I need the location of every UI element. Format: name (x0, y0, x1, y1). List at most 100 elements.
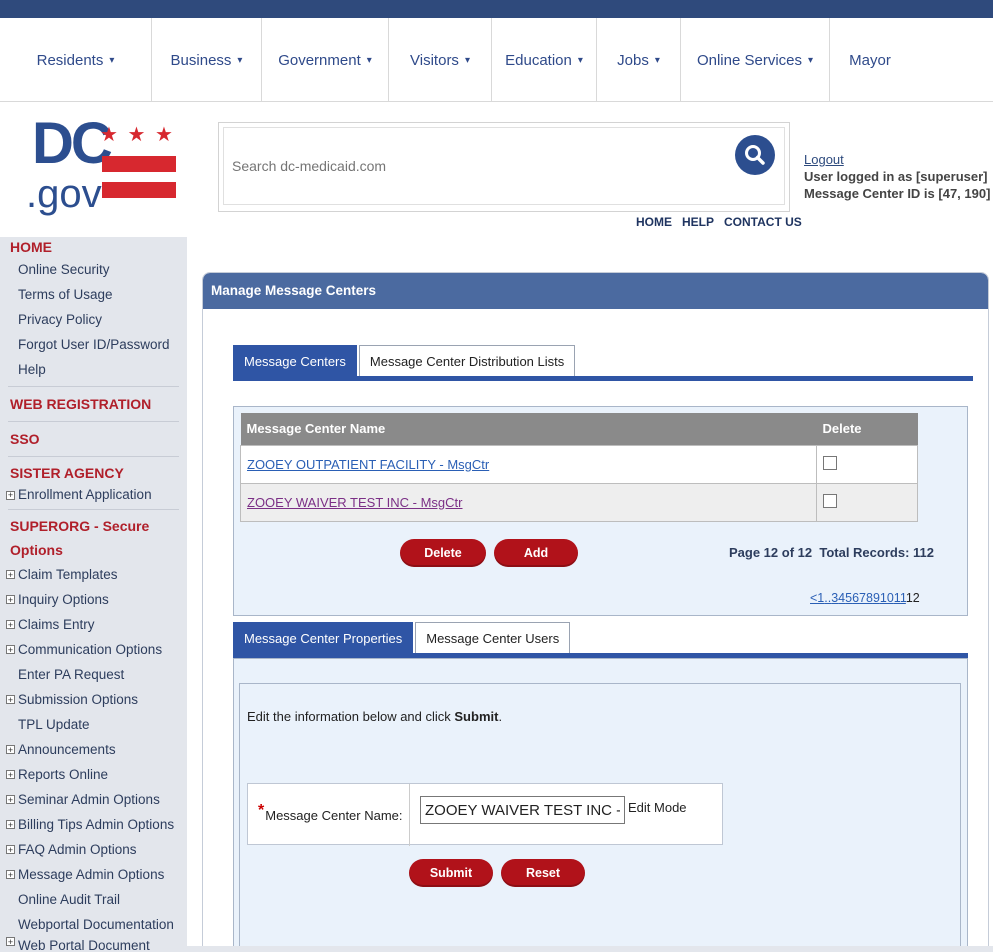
plus-icon: + (6, 936, 15, 947)
sidebar-item-terms-of-usage[interactable]: Terms of Usage (0, 282, 187, 307)
search-input[interactable] (223, 127, 785, 205)
reset-button[interactable]: Reset (501, 859, 585, 887)
nav-business[interactable]: Business ▾ (152, 18, 262, 102)
page-link[interactable]: <1 (810, 591, 824, 605)
tab-message-center-properties[interactable]: Message Center Properties (233, 622, 414, 653)
instructions-text: Edit the information below and click Sub… (247, 709, 503, 724)
tabs-top: Message Centers Message Center Distribut… (233, 345, 577, 376)
tab-distribution-lists[interactable]: Message Center Distribution Lists (358, 345, 576, 376)
message-center-name-label: * Message Center Name: (248, 784, 410, 846)
delete-checkbox[interactable] (823, 493, 837, 508)
horizontal-scrollbar[interactable] (187, 946, 993, 952)
sidebar-divider (8, 386, 179, 387)
column-header-name: Message Center Name (240, 413, 817, 445)
message-center-table: Message Center Name Delete ZOOEY OUTPATI… (240, 413, 918, 522)
tab-message-centers[interactable]: Message Centers (233, 345, 357, 376)
sidebar-item-reports-online[interactable]: + Reports Online (0, 762, 187, 787)
sidebar-item-enrollment-application[interactable]: + Enrollment Application (0, 485, 187, 505)
page-link[interactable]: 10 (880, 591, 894, 605)
dc-gov-logo[interactable]: DC ★ ★ ★ .gov (26, 114, 178, 232)
nav-mayor[interactable]: Mayor (830, 18, 910, 102)
message-center-link[interactable]: ZOOEY WAIVER TEST INC - MsgCtr (247, 495, 463, 510)
caret-down-icon: ▾ (808, 54, 814, 66)
sidebar-sister-agency[interactable]: SISTER AGENCY (0, 461, 187, 485)
table-header-row: Message Center Name Delete (240, 413, 918, 445)
plus-icon: + (6, 490, 15, 500)
sidebar-item-seminar-admin-options[interactable]: + Seminar Admin Options (0, 787, 187, 812)
table-row: ZOOEY WAIVER TEST INC - MsgCtr (240, 482, 918, 522)
sidebar-home[interactable]: HOME (0, 237, 187, 257)
page-link[interactable]: 6 (852, 591, 859, 605)
sidebar-item-inquiry-options[interactable]: + Inquiry Options (0, 587, 187, 612)
sidebar-item-claim-templates[interactable]: + Claim Templates (0, 562, 187, 587)
caret-down-icon: ▾ (577, 54, 583, 66)
sidebar-item-online-audit-trail[interactable]: Online Audit Trail (0, 887, 187, 912)
logo-bar-bottom (102, 182, 176, 198)
sidebar-divider (8, 456, 179, 457)
sidebar-item-web-portal-document-admin-options[interactable]: +Web Portal Document Admin Options (0, 937, 187, 952)
sidebar-item-privacy-policy[interactable]: Privacy Policy (0, 307, 187, 332)
plus-icon: + (6, 569, 15, 580)
total-records-text: Total Records: 112 (819, 545, 934, 560)
sidebar-item-tpl-update[interactable]: TPL Update (0, 712, 187, 737)
plus-icon: + (6, 844, 15, 855)
delete-checkbox[interactable] (823, 455, 837, 470)
caret-down-icon: ▾ (109, 54, 115, 66)
sidebar-item-billing-tips-admin-options[interactable]: + Billing Tips Admin Options (0, 812, 187, 837)
page-link[interactable]: 8 (866, 591, 873, 605)
current-page: 12 (905, 591, 920, 605)
page-link[interactable]: 11 (894, 591, 906, 605)
panel-title: Manage Message Centers (203, 273, 988, 309)
page-link[interactable]: 7 (859, 591, 866, 605)
message-center-link[interactable]: ZOOEY OUTPATIENT FACILITY - MsgCtr (247, 457, 489, 472)
caret-down-icon: ▾ (654, 54, 660, 66)
message-center-name-input[interactable] (420, 796, 625, 824)
sidebar-item-help[interactable]: Help (0, 357, 187, 382)
sidebar-sso[interactable]: SSO (0, 426, 187, 452)
sidebar-item-announcements[interactable]: + Announcements (0, 737, 187, 762)
nav-education[interactable]: Education ▾ (492, 18, 597, 102)
plus-icon: + (6, 694, 15, 705)
search-icon (745, 145, 765, 165)
superorg-list: + Claim Templates + Inquiry Options + Claims … (0, 562, 187, 952)
plus-icon: + (6, 819, 15, 830)
logo-gov-text: .gov (26, 172, 102, 216)
nav-government[interactable]: Government ▾ (262, 18, 389, 102)
sidebar-item-faq-admin-options[interactable]: + FAQ Admin Options (0, 837, 187, 862)
nav-online-services[interactable]: Online Services ▾ (681, 18, 830, 102)
tab-message-center-users[interactable]: Message Center Users (415, 622, 571, 653)
add-button[interactable]: Add (494, 539, 578, 567)
message-center-form: *Message Center Name: Edit Mode (247, 783, 723, 846)
table-row: ZOOEY OUTPATIENT FACILITY - MsgCtr (240, 444, 918, 484)
sidebar-item-message-admin-options[interactable]: + Message Admin Options (0, 862, 187, 887)
sidebar-item-webportal-documentation[interactable]: Webportal Documentation (0, 912, 187, 937)
sidebar-item-communication-options[interactable]: + Communication Options (0, 637, 187, 662)
search-button[interactable] (735, 135, 775, 175)
sidebar-superorg[interactable]: SUPERORG - Secure Options (0, 514, 187, 562)
plus-icon: + (6, 744, 15, 755)
sidebar-item-submission-options[interactable]: + Submission Options (0, 687, 187, 712)
sidebar-item-forgot-user-id[interactable]: Forgot User ID/Password (0, 332, 187, 357)
nav-jobs[interactable]: Jobs ▾ (597, 18, 681, 102)
home-link[interactable]: HOME (636, 215, 672, 229)
logo-bar-top (102, 156, 176, 172)
logged-in-text: User logged in as [superuser] (804, 169, 988, 184)
top-bar (0, 0, 993, 18)
submit-button[interactable]: Submit (409, 859, 493, 887)
user-info: Logout User logged in as [superuser] Mes… (804, 151, 990, 202)
sidebar-item-online-security[interactable]: Online Security (0, 257, 187, 282)
delete-button[interactable]: Delete (400, 539, 486, 567)
plus-icon: + (6, 869, 15, 880)
nav-visitors[interactable]: Visitors ▾ (389, 18, 492, 102)
sidebar-web-registration[interactable]: WEB REGISTRATION (0, 391, 187, 417)
sidebar-item-claims-entry[interactable]: + Claims Entry (0, 612, 187, 637)
page-link[interactable]: 9 (873, 591, 880, 605)
pagination: <1..3456789101112 (810, 591, 920, 605)
nav-residents[interactable]: Residents ▾ (0, 18, 152, 102)
contact-us-link[interactable]: CONTACT US (724, 215, 802, 229)
sidebar-divider (8, 509, 179, 510)
plus-icon: + (6, 644, 15, 655)
help-link[interactable]: HELP (682, 215, 714, 229)
logout-link[interactable]: Logout (804, 151, 990, 168)
sidebar-item-enter-pa-request[interactable]: Enter PA Request (0, 662, 187, 687)
